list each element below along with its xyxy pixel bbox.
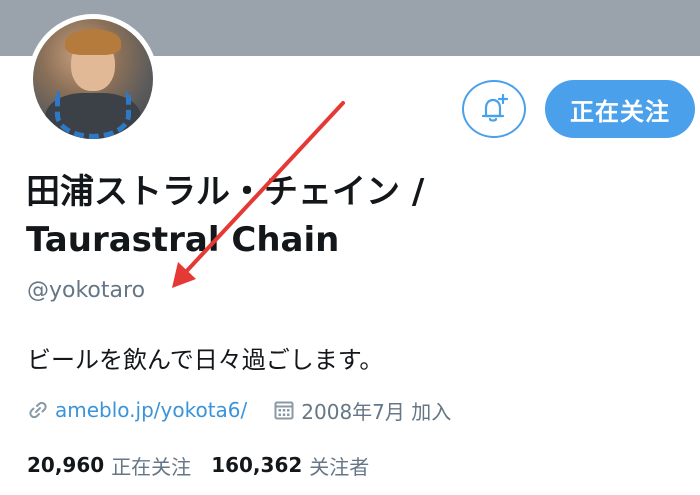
following-label[interactable]: 正在关注 [111,451,191,480]
profile-bio: ビールを飲んで日々過ごします。 [27,346,384,374]
display-name-line-1: 田浦ストラル・チェイン / [26,172,425,212]
avatar-chain-shape [55,91,131,139]
notifications-button[interactable] [462,80,526,138]
avatar[interactable] [28,14,158,144]
follow-stats: 20,960 正在关注 160,362 关注者 [27,450,369,480]
display-name-line-2: Taurastral Chain [26,220,340,260]
profile-meta: ameblo.jp/yokota6/ 2008年7月 加入 [27,396,451,424]
following-button[interactable]: 正在关注 [545,80,695,138]
display-name: 田浦ストラル・チェイン / Taurastral Chain [26,168,586,264]
avatar-photo [33,19,153,139]
followers-label[interactable]: 关注者 [309,451,369,480]
user-handle: @yokotaro [27,278,146,303]
following-count[interactable]: 20,960 [27,453,104,477]
website-link[interactable]: ameblo.jp/yokota6/ [55,398,247,422]
followers-count[interactable]: 160,362 [211,453,302,477]
join-date: 2008年7月 加入 [301,399,452,424]
bell-plus-icon [481,93,509,122]
avatar-hair-shape [65,29,121,55]
link-icon [27,399,49,421]
calendar-icon [273,399,295,421]
